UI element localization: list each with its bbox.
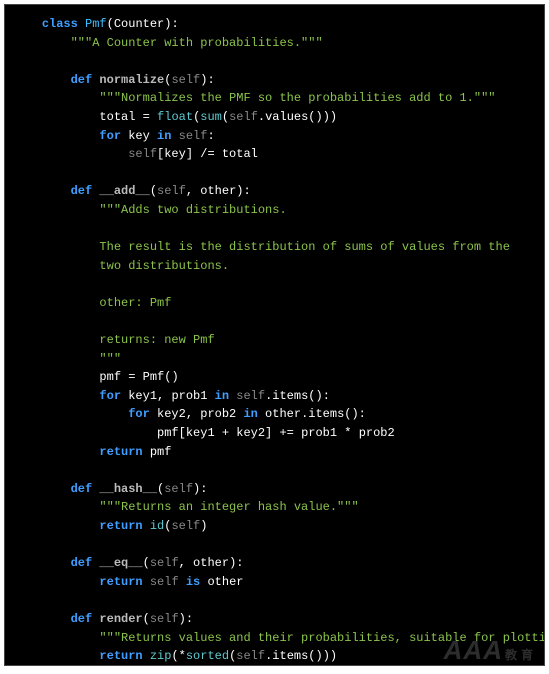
code-line: pmf = Pmf() (13, 368, 536, 387)
code-line: def __add__(self, other): (13, 182, 536, 201)
code-line: other: Pmf (13, 294, 536, 313)
code-line: """Returns an integer hash value.""" (13, 498, 536, 517)
code-line: pmf[key1 + key2] += prob1 * prob2 (13, 424, 536, 443)
code-line (13, 591, 536, 610)
code-line: The result is the distribution of sums o… (13, 238, 536, 257)
code-line: """ (13, 350, 536, 369)
code-line: class Pmf(Counter): (13, 15, 536, 34)
code-line (13, 536, 536, 555)
code-line: def __eq__(self, other): (13, 554, 536, 573)
code-line: for key in self: (13, 127, 536, 146)
code-line (13, 220, 536, 239)
code-line (13, 461, 536, 480)
code-line: return self is other (13, 573, 536, 592)
code-line: for key2, prob2 in other.items(): (13, 405, 536, 424)
code-line: return zip(*sorted(self.items())) (13, 647, 536, 666)
code-line: self[key] /= total (13, 145, 536, 164)
code-line (13, 164, 536, 183)
code-line: """Normalizes the PMF so the probabiliti… (13, 89, 536, 108)
code-line: def render(self): (13, 610, 536, 629)
code-block: class Pmf(Counter): """A Counter with pr… (4, 4, 545, 666)
code-line: return pmf (13, 443, 536, 462)
code-line: """Returns values and their probabilitie… (13, 629, 536, 648)
code-line: def normalize(self): (13, 71, 536, 90)
code-line: for key1, prob1 in self.items(): (13, 387, 536, 406)
code-line: """A Counter with probabilities.""" (13, 34, 536, 53)
code-line (13, 313, 536, 332)
code-line: """Adds two distributions. (13, 201, 536, 220)
code-line: def __hash__(self): (13, 480, 536, 499)
code-line (13, 52, 536, 71)
code-line: two distributions. (13, 257, 536, 276)
code-line (13, 275, 536, 294)
code-line: return id(self) (13, 517, 536, 536)
code-line: returns: new Pmf (13, 331, 536, 350)
code-line: total = float(sum(self.values())) (13, 108, 536, 127)
